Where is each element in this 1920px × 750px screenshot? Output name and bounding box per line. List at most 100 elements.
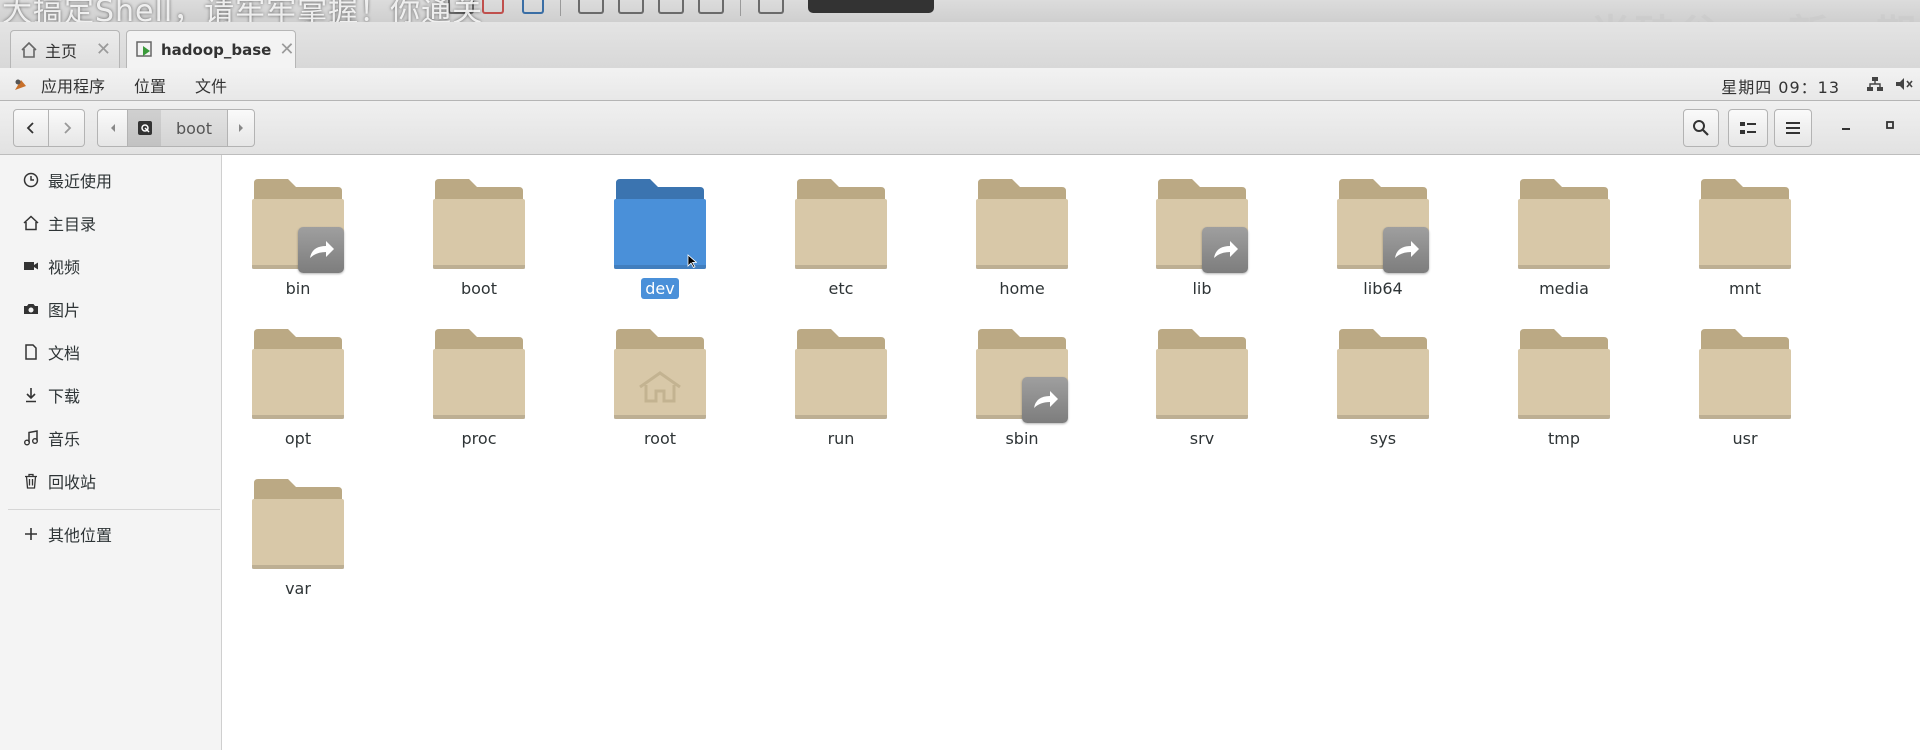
- file-item[interactable]: lib64: [1305, 155, 1445, 298]
- sidebar-item-music[interactable]: 音乐: [0, 420, 220, 456]
- panel-clock[interactable]: 星期四 09：13: [1721, 74, 1840, 98]
- sidebar-item-videos[interactable]: 视频: [0, 248, 220, 284]
- sidebar-item-label: 视频: [48, 258, 81, 277]
- path-root-button[interactable]: [128, 109, 161, 147]
- file-name: var: [218, 579, 378, 598]
- file-manager-headerbar: boot: [0, 101, 1920, 155]
- mouse-cursor-icon: [687, 254, 697, 268]
- file-item[interactable]: bin: [220, 155, 360, 298]
- trash-icon: [22, 472, 40, 490]
- sidebar-item-documents[interactable]: 文档: [0, 334, 220, 370]
- sidebar-item-label: 最近使用: [48, 172, 113, 191]
- path-right-button[interactable]: [227, 109, 255, 147]
- menu-file[interactable]: 文件: [195, 73, 227, 97]
- path-left-button[interactable]: [97, 109, 128, 147]
- file-name-text: sbin: [1005, 429, 1039, 448]
- file-item[interactable]: tmp: [1486, 305, 1626, 448]
- menu-applications[interactable]: 应用程序: [41, 73, 105, 97]
- folder-icon: [1337, 329, 1429, 419]
- sidebar-item-recent[interactable]: 最近使用: [0, 162, 220, 198]
- close-icon[interactable]: ✕: [88, 39, 111, 60]
- file-item[interactable]: media: [1486, 155, 1626, 298]
- file-grid: bin boot dev etc home lib lib64 media mnt opt proc…: [222, 155, 1920, 750]
- camera-icon: [22, 300, 40, 318]
- menu-button[interactable]: [1774, 109, 1812, 147]
- folder-icon: [1518, 329, 1610, 419]
- gnome-top-panel: 应用程序 位置 文件 星期四 09：13: [0, 68, 1920, 101]
- file-name-text: sys: [1369, 429, 1397, 448]
- file-item[interactable]: opt: [220, 305, 360, 448]
- host-view-icon[interactable]: [618, 0, 644, 14]
- folder-icon: [1699, 179, 1791, 269]
- folder-icon: [976, 179, 1068, 269]
- menu-places[interactable]: 位置: [134, 73, 166, 97]
- breadcrumb-boot[interactable]: boot: [161, 109, 227, 147]
- host-separator: [560, 0, 561, 16]
- breadcrumb-label: boot: [175, 118, 212, 138]
- host-view-icon[interactable]: [578, 0, 604, 14]
- host-snapshot-icon[interactable]: [522, 0, 544, 14]
- file-item[interactable]: dev: [582, 155, 722, 299]
- search-icon: [1693, 120, 1709, 136]
- file-name: boot: [399, 279, 559, 298]
- file-name: lib64: [1303, 279, 1463, 298]
- plus-icon: [22, 525, 40, 543]
- sidebar-item-home[interactable]: 主目录: [0, 205, 220, 241]
- tab-hadoop-base[interactable]: hadoop_base ✕: [126, 30, 296, 68]
- host-view-icon[interactable]: [658, 0, 684, 14]
- file-item[interactable]: var: [220, 455, 360, 598]
- sidebar-item-label: 回收站: [48, 473, 97, 492]
- file-name: media: [1484, 279, 1644, 298]
- file-item[interactable]: etc: [763, 155, 903, 298]
- file-item[interactable]: sys: [1305, 305, 1445, 448]
- sidebar-item-other-locations[interactable]: 其他位置: [0, 516, 220, 552]
- file-name: srv: [1122, 429, 1282, 448]
- file-name-text: tmp: [1547, 429, 1580, 448]
- file-item[interactable]: usr: [1667, 305, 1807, 448]
- volume-icon[interactable]: [1894, 76, 1914, 92]
- file-item[interactable]: lib: [1124, 155, 1264, 298]
- file-name: proc: [399, 429, 559, 448]
- sidebar-item-pictures[interactable]: 图片: [0, 291, 220, 327]
- host-tab-bar: 主页 ✕ hadoop_base ✕: [0, 22, 1920, 69]
- sidebar-item-trash[interactable]: 回收站: [0, 463, 220, 499]
- file-name: sbin: [942, 429, 1102, 448]
- folder-icon: [614, 329, 706, 419]
- file-item[interactable]: sbin: [944, 305, 1084, 448]
- search-button[interactable]: [1683, 109, 1719, 147]
- file-item[interactable]: mnt: [1667, 155, 1807, 298]
- home-icon: [19, 40, 39, 60]
- minimize-button[interactable]: [1836, 115, 1856, 135]
- file-name: run: [761, 429, 921, 448]
- network-icon[interactable]: [1866, 76, 1884, 92]
- host-fullscreen-icon[interactable]: [698, 0, 724, 14]
- file-item[interactable]: root: [582, 305, 722, 448]
- host-power-icon[interactable]: [482, 0, 504, 14]
- folder-icon: [433, 179, 525, 269]
- file-name: root: [580, 429, 740, 448]
- file-item[interactable]: boot: [401, 155, 541, 298]
- file-name: opt: [218, 429, 378, 448]
- file-name-text: lib: [1192, 279, 1212, 298]
- sidebar-item-label: 其他位置: [48, 526, 113, 545]
- tab-home[interactable]: 主页 ✕: [10, 30, 120, 68]
- back-button[interactable]: [13, 109, 49, 147]
- host-separator: [740, 0, 741, 16]
- forward-button[interactable]: [49, 109, 85, 147]
- file-name: sys: [1303, 429, 1463, 448]
- host-console-icon[interactable]: [758, 0, 784, 14]
- file-item[interactable]: run: [763, 305, 903, 448]
- file-name: home: [942, 279, 1102, 298]
- file-item[interactable]: home: [944, 155, 1084, 298]
- folder-icon: [433, 329, 525, 419]
- view-toggle-button[interactable]: [1728, 109, 1768, 147]
- file-item[interactable]: srv: [1124, 305, 1264, 448]
- file-name-text: mnt: [1729, 279, 1761, 298]
- close-icon[interactable]: ✕: [271, 39, 294, 60]
- file-name-text: boot: [460, 279, 497, 298]
- video-icon: [22, 257, 40, 275]
- triangle-right-icon: [239, 124, 243, 132]
- sidebar-item-downloads[interactable]: 下载: [0, 377, 220, 413]
- maximize-button[interactable]: [1880, 115, 1900, 135]
- file-item[interactable]: proc: [401, 305, 541, 448]
